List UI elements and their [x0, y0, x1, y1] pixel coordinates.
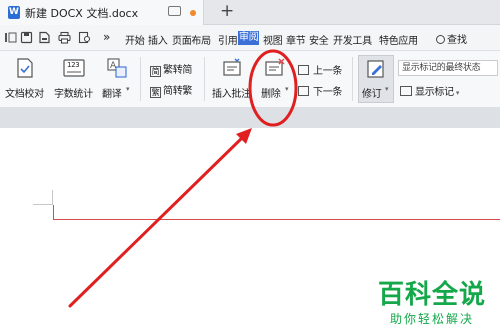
search-icon — [436, 35, 445, 44]
simp-to-trad-icon: 繁 — [150, 87, 161, 98]
menu-review[interactable]: 审阅 — [238, 31, 260, 45]
simp-to-trad-label: 简转繁 — [163, 86, 193, 97]
watermark: 百科全说 助你轻松解决 — [372, 270, 500, 333]
menu-developer-tools[interactable]: 开发工具 — [333, 32, 372, 47]
simp-to-trad-button[interactable]: 繁简转繁 — [150, 82, 192, 98]
delete-comment-icon — [265, 58, 285, 76]
previous-comment-button[interactable]: 上一条 — [298, 62, 342, 77]
print-icon[interactable] — [58, 31, 71, 44]
export-pdf-icon[interactable] — [38, 31, 51, 44]
menu-view[interactable]: 视图 — [263, 32, 283, 47]
trad-to-simp-icon: 简 — [150, 66, 161, 77]
page-margin-line — [53, 205, 54, 220]
word-count-label: 字数统计 — [54, 89, 93, 100]
next-comment-label: 下一条 — [313, 87, 343, 98]
previous-comment-icon — [298, 65, 309, 75]
ribbon-separator — [140, 57, 141, 101]
track-changes-icon — [367, 60, 384, 78]
menu-featured-apps[interactable]: 特色应用 — [379, 32, 418, 47]
translate-dropdown-icon: ▾ — [126, 85, 130, 93]
menu-insert[interactable]: 插入 — [148, 32, 168, 47]
crop-mark — [52, 190, 53, 204]
unsaved-indicator-icon — [190, 10, 196, 16]
delete-comment-button[interactable]: 删除 ▾ — [258, 51, 292, 107]
page-margin-line — [53, 219, 500, 220]
menu-security[interactable]: 安全 — [309, 32, 329, 47]
writer-app-icon: W — [8, 6, 20, 19]
insert-comment-label: 插入批注 — [212, 89, 251, 100]
delete-dropdown-icon: ▾ — [285, 85, 289, 93]
menu-section[interactable]: 章节 — [286, 32, 306, 47]
previous-comment-label: 上一条 — [313, 66, 343, 77]
watermark-sub-text: 助你轻松解决 — [390, 312, 475, 326]
doc-proofread-button[interactable]: 文档校对 — [4, 51, 46, 107]
sidebar-toggle-icon[interactable] — [4, 31, 17, 44]
translate-button[interactable]: A 翻译 ▾ — [100, 51, 134, 107]
show-markup-dropdown-icon: ▾ — [455, 89, 460, 97]
translate-icon: A — [107, 58, 127, 78]
ribbon-separator — [352, 57, 353, 101]
insert-comment-button[interactable]: 插入批注 — [210, 51, 254, 107]
search-button[interactable]: 查找 — [436, 31, 467, 46]
show-markup-label: 显示标记 — [415, 87, 454, 98]
watermark-main-text: 百科全说 — [378, 280, 487, 310]
review-ribbon: 文档校对 123 字数统计 A 翻译 ▾ 简繁转简 繁简转繁 插入批注 删除 ▾… — [0, 51, 500, 108]
crop-mark — [33, 204, 53, 205]
word-count-button[interactable]: 123 字数统计 — [52, 51, 96, 107]
more-quick-tools-button[interactable]: » — [103, 30, 110, 44]
track-changes-dropdown-icon: ▾ — [385, 85, 389, 93]
menu-home[interactable]: 开始 — [125, 32, 145, 47]
search-label: 查找 — [447, 35, 467, 46]
next-comment-button[interactable]: 下一条 — [298, 83, 342, 98]
monitor-icon[interactable] — [168, 6, 181, 16]
menu-page-layout[interactable]: 页面布局 — [172, 32, 211, 47]
print-preview-icon[interactable] — [78, 31, 91, 44]
delete-label: 删除 — [261, 89, 281, 100]
markup-mode-select[interactable]: 显示标记的最终状态 — [398, 60, 498, 76]
ruler-band — [0, 108, 500, 128]
document-tab[interactable]: W 新建 DOCX 文档.docx — [0, 0, 204, 25]
next-comment-icon — [298, 86, 309, 96]
new-tab-button[interactable]: + — [220, 1, 234, 21]
menu-bar: » 开始 插入 页面布局 引用 审阅 视图 章节 安全 开发工具 特色应用 查找 — [0, 25, 500, 51]
trad-to-simp-label: 繁转简 — [163, 65, 193, 76]
save-icon[interactable] — [20, 31, 33, 44]
show-markup-button[interactable]: 显示标记 ▾ — [400, 83, 459, 98]
track-changes-button[interactable]: 修订 ▾ — [358, 55, 394, 103]
app-window: W 新建 DOCX 文档.docx + » 开始 插入 页面布局 引用 审阅 视… — [0, 0, 500, 333]
menu-references[interactable]: 引用 — [218, 32, 238, 47]
document-tab-title: 新建 DOCX 文档.docx — [25, 7, 139, 20]
show-markup-icon — [400, 86, 412, 96]
proofread-icon — [17, 58, 33, 78]
word-count-icon-text: 123 — [67, 61, 80, 69]
tab-bar: W 新建 DOCX 文档.docx + — [0, 0, 500, 25]
doc-proofread-label: 文档校对 — [5, 89, 44, 100]
insert-comment-icon — [223, 58, 241, 76]
ribbon-separator — [204, 57, 205, 101]
trad-to-simp-button[interactable]: 简繁转简 — [150, 61, 192, 77]
translate-label: 翻译 — [102, 89, 122, 100]
markup-mode-value: 显示标记的最终状态 — [402, 63, 481, 73]
track-changes-label: 修订 — [362, 89, 382, 100]
